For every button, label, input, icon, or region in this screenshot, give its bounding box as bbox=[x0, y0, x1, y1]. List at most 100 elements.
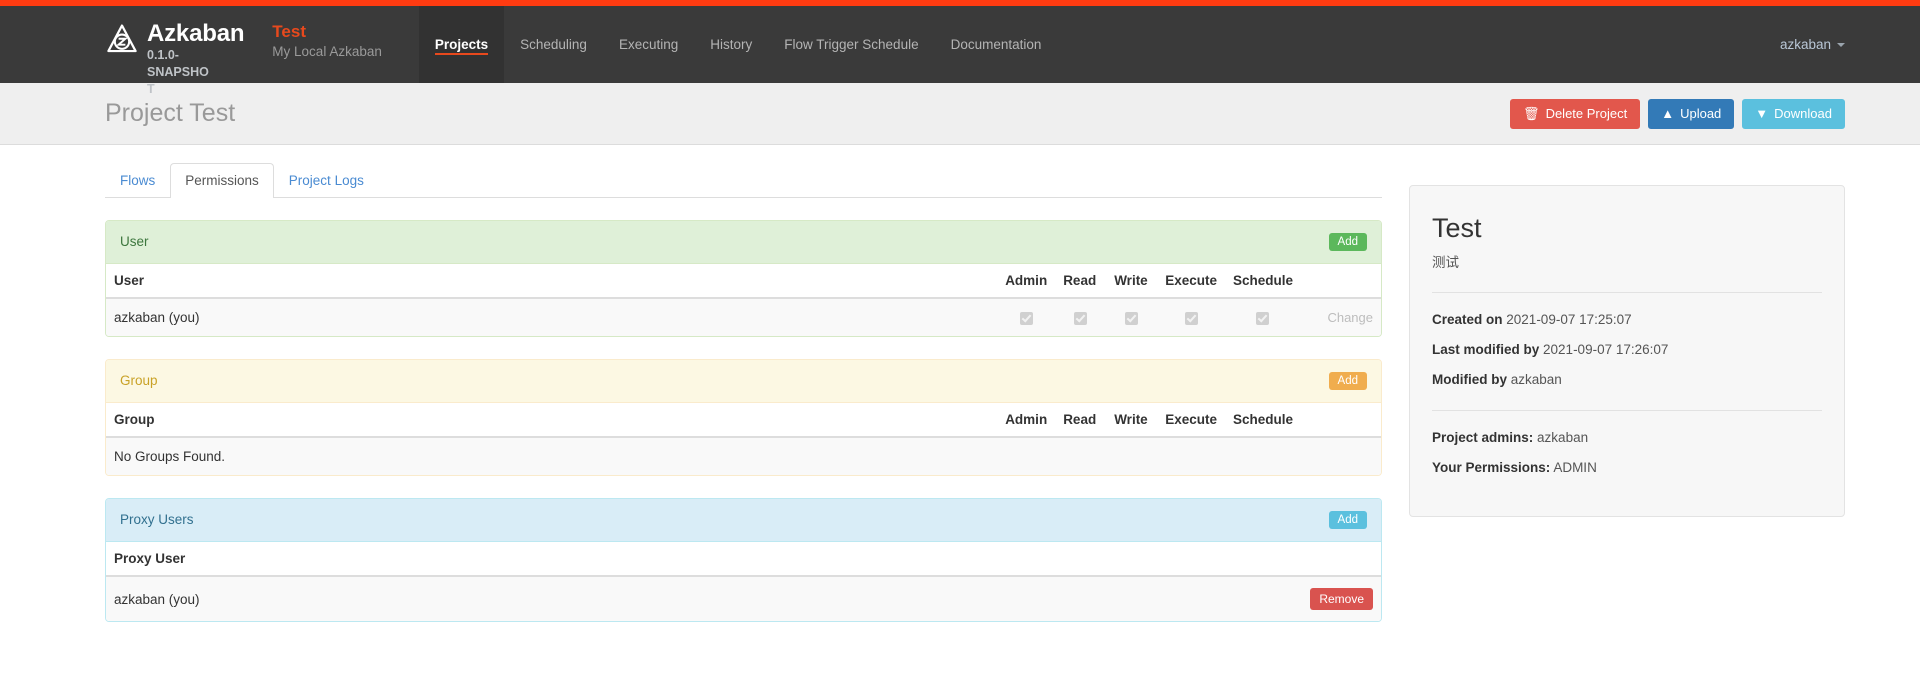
table-row: No Groups Found. bbox=[106, 436, 1381, 475]
proxy-users-panel: Proxy Users Add Proxy User azkaban (you)… bbox=[105, 498, 1382, 622]
azkaban-logo-icon bbox=[105, 23, 139, 57]
th-group-schedule: Schedule bbox=[1224, 403, 1301, 438]
nav-item-history[interactable]: History bbox=[694, 6, 768, 83]
download-button[interactable]: ▼ Download bbox=[1742, 98, 1845, 129]
nav-item-flow-trigger-schedule[interactable]: Flow Trigger Schedule bbox=[768, 6, 934, 83]
modified-by-value: azkaban bbox=[1510, 372, 1562, 387]
last-modified-row: Last modified by 2021-09-07 17:26:07 bbox=[1432, 340, 1822, 359]
th-group-admin: Admin bbox=[997, 403, 1056, 438]
checkbox-write[interactable] bbox=[1125, 311, 1139, 325]
created-on-value: 2021-09-07 17:25:07 bbox=[1506, 312, 1632, 327]
last-modified-value: 2021-09-07 17:26:07 bbox=[1543, 342, 1669, 357]
trash-icon: 🗑 bbox=[1523, 105, 1540, 121]
proxy-panel-heading: Proxy Users Add bbox=[106, 499, 1381, 542]
checkbox-read[interactable] bbox=[1074, 311, 1088, 325]
nav-item-documentation[interactable]: Documentation bbox=[935, 6, 1058, 83]
th-schedule: Schedule bbox=[1224, 264, 1301, 299]
remove-proxy-user-button[interactable]: Remove bbox=[1310, 588, 1373, 610]
group-permissions-table: Group Admin Read Write Execute Schedule … bbox=[106, 403, 1381, 475]
upload-label: Upload bbox=[1680, 105, 1722, 121]
user-permissions-panel: User Add User Admin Read Write Execute S… bbox=[105, 220, 1382, 337]
navbar-links: Projects Scheduling Executing History Fl… bbox=[418, 6, 1058, 83]
tab-project-logs[interactable]: Project Logs bbox=[274, 163, 379, 198]
table-row: azkaban (you) Remove bbox=[106, 575, 1381, 621]
project-admins-row: Project admins: azkaban bbox=[1432, 428, 1822, 447]
your-permissions-label: Your Permissions: bbox=[1432, 460, 1551, 475]
table-header-row: Proxy User bbox=[106, 542, 1381, 577]
modified-by-row: Modified by azkaban bbox=[1432, 370, 1822, 389]
chevron-down-icon bbox=[1837, 42, 1845, 47]
created-on-row: Created on 2021-09-07 17:25:07 bbox=[1432, 310, 1822, 329]
download-label: Download bbox=[1774, 105, 1832, 121]
group-panel-heading: Group Add bbox=[106, 360, 1381, 403]
brand-project-block: Test My Local Azkaban bbox=[272, 6, 382, 61]
upload-circle-icon: ▲ bbox=[1661, 105, 1675, 121]
side-column: Test 测试 Created on 2021-09-07 17:25:07 L… bbox=[1409, 163, 1845, 622]
group-permissions-panel: Group Add Group Admin Read Write Execute… bbox=[105, 359, 1382, 476]
brand-project-name: Test bbox=[272, 22, 306, 41]
table-header-row: Group Admin Read Write Execute Schedule bbox=[106, 403, 1381, 438]
main-navbar: Azkaban 0.1.0-SNAPSHOT Test My Local Azk… bbox=[0, 6, 1920, 96]
header-action-buttons: 🗑 Delete Project ▲ Upload ▼ Download bbox=[1510, 98, 1845, 129]
nav-item-executing[interactable]: Executing bbox=[603, 6, 694, 83]
th-proxy-action bbox=[1301, 542, 1381, 577]
user-row-write-cell bbox=[1106, 297, 1158, 336]
delete-project-button[interactable]: 🗑 Delete Project bbox=[1510, 98, 1641, 129]
th-group-write: Write bbox=[1106, 403, 1158, 438]
th-execute: Execute bbox=[1157, 264, 1225, 299]
download-circle-icon: ▼ bbox=[1755, 105, 1769, 121]
your-permissions-value: ADMIN bbox=[1553, 460, 1597, 475]
th-group-action bbox=[1301, 403, 1381, 438]
proxy-users-table: Proxy User azkaban (you) Remove bbox=[106, 542, 1381, 621]
tab-flows[interactable]: Flows bbox=[105, 163, 170, 198]
navbar-right: azkaban bbox=[1780, 6, 1920, 83]
brand-block[interactable]: Azkaban 0.1.0-SNAPSHOT bbox=[105, 6, 245, 96]
checkbox-execute[interactable] bbox=[1184, 311, 1198, 325]
modified-by-label: Modified by bbox=[1432, 372, 1507, 387]
project-summary-panel: Test 测试 Created on 2021-09-07 17:25:07 L… bbox=[1409, 185, 1845, 517]
page-header-bar: Project Test 🗑 Delete Project ▲ Upload ▼… bbox=[0, 83, 1920, 145]
user-row-schedule-cell bbox=[1224, 297, 1301, 336]
table-header-row: User Admin Read Write Execute Schedule bbox=[106, 264, 1381, 299]
checkbox-schedule[interactable] bbox=[1256, 311, 1270, 325]
user-menu-label: azkaban bbox=[1779, 37, 1831, 52]
user-permissions-table: User Admin Read Write Execute Schedule a… bbox=[106, 264, 1381, 336]
th-group-execute: Execute bbox=[1157, 403, 1225, 438]
nav-item-projects[interactable]: Projects bbox=[418, 6, 505, 83]
th-group-read: Read bbox=[1055, 403, 1107, 438]
user-panel-title: User bbox=[120, 234, 149, 249]
project-summary-title: Test bbox=[1432, 213, 1482, 243]
checkbox-admin[interactable] bbox=[1019, 311, 1033, 325]
project-admins-label: Project admins: bbox=[1432, 430, 1534, 445]
group-empty-message: No Groups Found. bbox=[106, 436, 1381, 475]
page-container: Flows Permissions Project Logs User Add … bbox=[0, 145, 1920, 622]
th-write: Write bbox=[1106, 264, 1158, 299]
upload-button[interactable]: ▲ Upload bbox=[1648, 98, 1735, 129]
user-row-action-cell: Change bbox=[1301, 297, 1381, 336]
project-admins-value: azkaban bbox=[1537, 430, 1589, 445]
your-permissions-row: Your Permissions: ADMIN bbox=[1432, 458, 1822, 477]
brand-name: Azkaban bbox=[147, 20, 245, 47]
th-admin: Admin bbox=[997, 264, 1056, 299]
proxy-panel-title: Proxy Users bbox=[120, 512, 194, 527]
user-row-name: azkaban (you) bbox=[106, 297, 998, 336]
tab-permissions[interactable]: Permissions bbox=[170, 163, 274, 198]
th-proxy-user: Proxy User bbox=[106, 542, 1301, 577]
add-user-button[interactable]: Add bbox=[1328, 233, 1367, 251]
divider bbox=[1432, 410, 1822, 411]
th-user: User bbox=[106, 264, 998, 299]
created-on-label: Created on bbox=[1432, 312, 1503, 327]
table-row: azkaban (you) Change bbox=[106, 297, 1381, 336]
group-panel-title: Group bbox=[120, 373, 158, 388]
brand-project-subtitle: My Local Azkaban bbox=[272, 44, 382, 59]
add-group-button[interactable]: Add bbox=[1328, 372, 1367, 390]
page-title: Project Test bbox=[105, 99, 236, 127]
user-menu[interactable]: azkaban bbox=[1780, 37, 1845, 52]
change-permissions-link[interactable]: Change bbox=[1327, 310, 1373, 325]
user-row-admin-cell bbox=[997, 297, 1056, 336]
divider bbox=[1432, 292, 1822, 293]
th-read: Read bbox=[1055, 264, 1107, 299]
nav-item-scheduling[interactable]: Scheduling bbox=[504, 6, 603, 83]
main-column: Flows Permissions Project Logs User Add … bbox=[105, 163, 1382, 622]
add-proxy-user-button[interactable]: Add bbox=[1328, 511, 1367, 529]
